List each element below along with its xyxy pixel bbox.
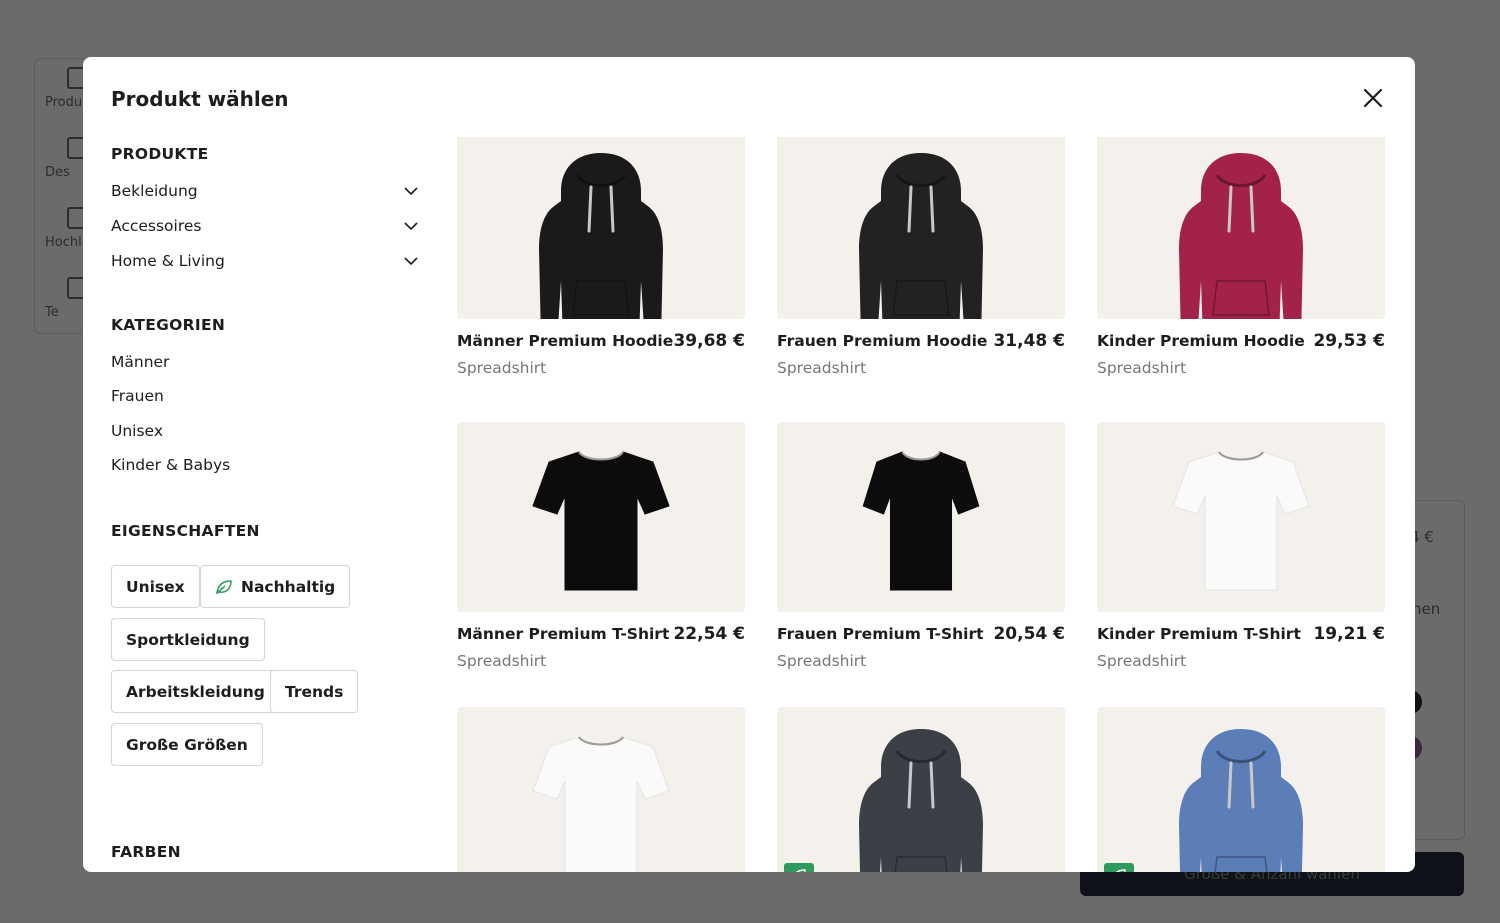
filter-chip-label: Unisex [126,577,185,596]
product-price: 29,53 € [1313,331,1385,351]
filter-chip-large-sizes[interactable]: Große Größen [111,723,263,766]
product-name: Kinder Premium Hoodie [1097,332,1305,350]
product-image[interactable] [777,707,1065,872]
product-image[interactable] [1097,422,1385,612]
product-name: Frauen Premium Hoodie [777,332,988,350]
product-hoodie-image [539,153,663,319]
nav-item-accessories[interactable]: Accessoires [111,212,419,240]
nav-item-label: Accessoires [111,217,202,235]
background-label: nen [1412,600,1441,618]
product-name: Kinder Premium T-Shirt [1097,625,1301,643]
product-price: 31,48 € [993,331,1065,351]
product-picker-modal: Produkt wählen PRODUKTE Bekleidung Acces… [83,57,1415,872]
product-hoodie-image [859,153,983,319]
product-image[interactable] [777,422,1065,612]
product-tshirt-image [1172,451,1310,591]
filter-chip-sustainable[interactable]: Nachhaltig [200,565,351,608]
product-image[interactable] [777,137,1065,319]
product-name: Männer Premium Hoodie [457,332,674,350]
products-heading: PRODUKTE [111,145,209,163]
filter-chip-unisex[interactable]: Unisex [111,565,200,608]
product-name: Männer Premium T-Shirt [457,625,670,643]
close-icon [1363,88,1383,108]
product-image[interactable] [1097,707,1385,872]
filter-chip-workwear[interactable]: Arbeitskleidung [111,670,280,713]
product-hoodie-image [1179,729,1303,872]
properties-heading: EIGENSCHAFTEN [111,522,260,540]
modal-title: Produkt wählen [111,87,289,111]
nav-item-label: Bekleidung [111,182,198,200]
nav-item-label: Home & Living [111,252,225,270]
close-button[interactable] [1358,83,1388,113]
nav-item-home-living[interactable]: Home & Living [111,247,419,275]
product-price: 20,54 € [993,624,1065,644]
eco-badge [1104,863,1134,872]
product-hoodie-image [1179,153,1303,319]
filter-chip-label: Nachhaltig [241,577,336,596]
product-tshirt-image [532,451,670,591]
eco-badge [784,863,814,872]
filter-chip-label: Sportkleidung [126,630,250,649]
product-tshirt-image [532,736,670,872]
leaf-icon [796,869,806,872]
category-men[interactable]: Männer [111,353,169,371]
filter-chip-sportswear[interactable]: Sportkleidung [111,618,265,661]
category-unisex[interactable]: Unisex [111,422,163,440]
categories-heading: KATEGORIEN [111,316,226,334]
product-image[interactable] [457,707,745,872]
product-brand: Spreadshirt [457,652,547,670]
product-price: 22,54 € [673,624,745,644]
colors-heading: FARBEN [111,843,181,861]
filter-chip-label: Arbeitskleidung [126,682,265,701]
category-women[interactable]: Frauen [111,387,164,405]
filter-sidebar: PRODUKTE Bekleidung Accessoires Home & L… [111,143,421,872]
chevron-down-icon [404,222,418,231]
product-brand: Spreadshirt [457,359,547,377]
product-price: 19,21 € [1313,624,1385,644]
product-hoodie-image [859,729,983,872]
product-image[interactable] [457,422,745,612]
product-tshirt-women-image [862,451,980,591]
leaf-icon [1116,869,1126,872]
category-kids-babies[interactable]: Kinder & Babys [111,456,230,474]
product-price: 39,68 € [673,331,745,351]
product-name: Frauen Premium T-Shirt [777,625,984,643]
product-brand: Spreadshirt [1097,359,1187,377]
filter-chip-trends[interactable]: Trends [270,670,359,713]
filter-chip-label: Große Größen [126,735,248,754]
nav-item-clothing[interactable]: Bekleidung [111,177,419,205]
product-image[interactable] [457,137,745,319]
product-brand: Spreadshirt [777,359,867,377]
product-image[interactable] [1097,137,1385,319]
chevron-down-icon [404,187,418,196]
leaf-icon [216,579,232,594]
chevron-down-icon [404,257,418,266]
product-brand: Spreadshirt [1097,652,1187,670]
filter-chip-label: Trends [285,682,344,701]
product-brand: Spreadshirt [777,652,867,670]
product-grid: Männer Premium Hoodie 39,68 € Spreadshir… [457,137,1397,872]
